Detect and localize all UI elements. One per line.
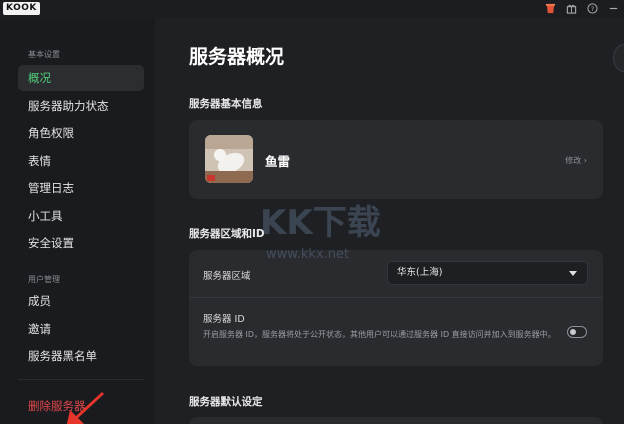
sidebar-item-audit-log[interactable]: 管理日志 bbox=[18, 175, 144, 201]
server-id-label: 服务器 ID bbox=[203, 314, 245, 325]
server-name: 鱼雷 bbox=[265, 154, 291, 169]
server-id-description: 开启服务器 ID，服务器将处于公开状态，其他用户可以通过服务器 ID 直接访问并… bbox=[203, 330, 556, 339]
red-arrow-icon bbox=[66, 392, 104, 424]
card-divider bbox=[189, 297, 603, 298]
sidebar-divider bbox=[18, 379, 144, 380]
sidebar-item-overview[interactable]: 概况 bbox=[18, 65, 144, 91]
section-title-basic: 基本设置 bbox=[28, 50, 60, 59]
basic-info-card: 鱼雷 修改 › bbox=[189, 120, 603, 199]
region-id-card: 服务器区域 华东(上海) 服务器 ID 开启服务器 ID，服务器将处于公开状态，… bbox=[189, 250, 603, 366]
defaults-card bbox=[189, 417, 603, 424]
section-title-users: 用户管理 bbox=[28, 275, 60, 284]
server-id-toggle[interactable] bbox=[567, 326, 587, 338]
sidebar-item-members[interactable]: 成员 bbox=[18, 288, 144, 314]
sidebar-item-invites[interactable]: 邀请 bbox=[18, 316, 144, 342]
basic-info-label: 服务器基本信息 bbox=[189, 98, 263, 110]
sidebar-item-security[interactable]: 安全设置 bbox=[18, 230, 144, 256]
help-icon[interactable]: ? bbox=[585, 1, 599, 16]
scroll-button[interactable] bbox=[613, 44, 624, 72]
sidebar-item-emoji[interactable]: 表情 bbox=[18, 148, 144, 174]
settings-sidebar: 基本设置 概况 服务器助力状态 角色权限 表情 管理日志 小工具 安全设置 用户… bbox=[0, 18, 155, 424]
toggle-knob bbox=[570, 328, 576, 335]
cup-icon[interactable] bbox=[543, 1, 557, 16]
app-logo: KOOK bbox=[3, 2, 40, 15]
window-controls: ? bbox=[543, 1, 620, 16]
server-avatar[interactable] bbox=[205, 135, 253, 183]
watermark-url: www.kkx.net bbox=[266, 247, 349, 262]
region-value: 华东(上海) bbox=[397, 267, 443, 278]
watermark-text: KK下载 bbox=[260, 203, 381, 243]
defaults-label: 服务器默认设定 bbox=[189, 396, 263, 408]
page-title: 服务器概况 bbox=[189, 46, 285, 68]
sidebar-item-role-permissions[interactable]: 角色权限 bbox=[18, 120, 144, 146]
sidebar-item-boost-status[interactable]: 服务器助力状态 bbox=[18, 93, 144, 119]
chevron-down-icon bbox=[569, 271, 577, 276]
minimize-icon[interactable] bbox=[606, 1, 620, 16]
region-id-label: 服务器区域和ID bbox=[189, 228, 265, 240]
sidebar-item-blacklist[interactable]: 服务器黑名单 bbox=[18, 343, 144, 369]
edit-link[interactable]: 修改 › bbox=[565, 155, 587, 166]
main-content: 服务器概况 服务器基本信息 鱼雷 修改 › 服务器区域和ID 服务器区域 华东(… bbox=[155, 18, 624, 424]
region-label: 服务器区域 bbox=[203, 271, 251, 282]
gift-icon[interactable] bbox=[564, 1, 578, 16]
watermark-logo: KK下载 www.kkx.net bbox=[260, 203, 381, 262]
title-bar: KOOK ? bbox=[0, 0, 624, 18]
region-select[interactable]: 华东(上海) bbox=[387, 261, 588, 285]
sidebar-item-widgets[interactable]: 小工具 bbox=[18, 203, 144, 229]
svg-text:?: ? bbox=[590, 5, 593, 13]
